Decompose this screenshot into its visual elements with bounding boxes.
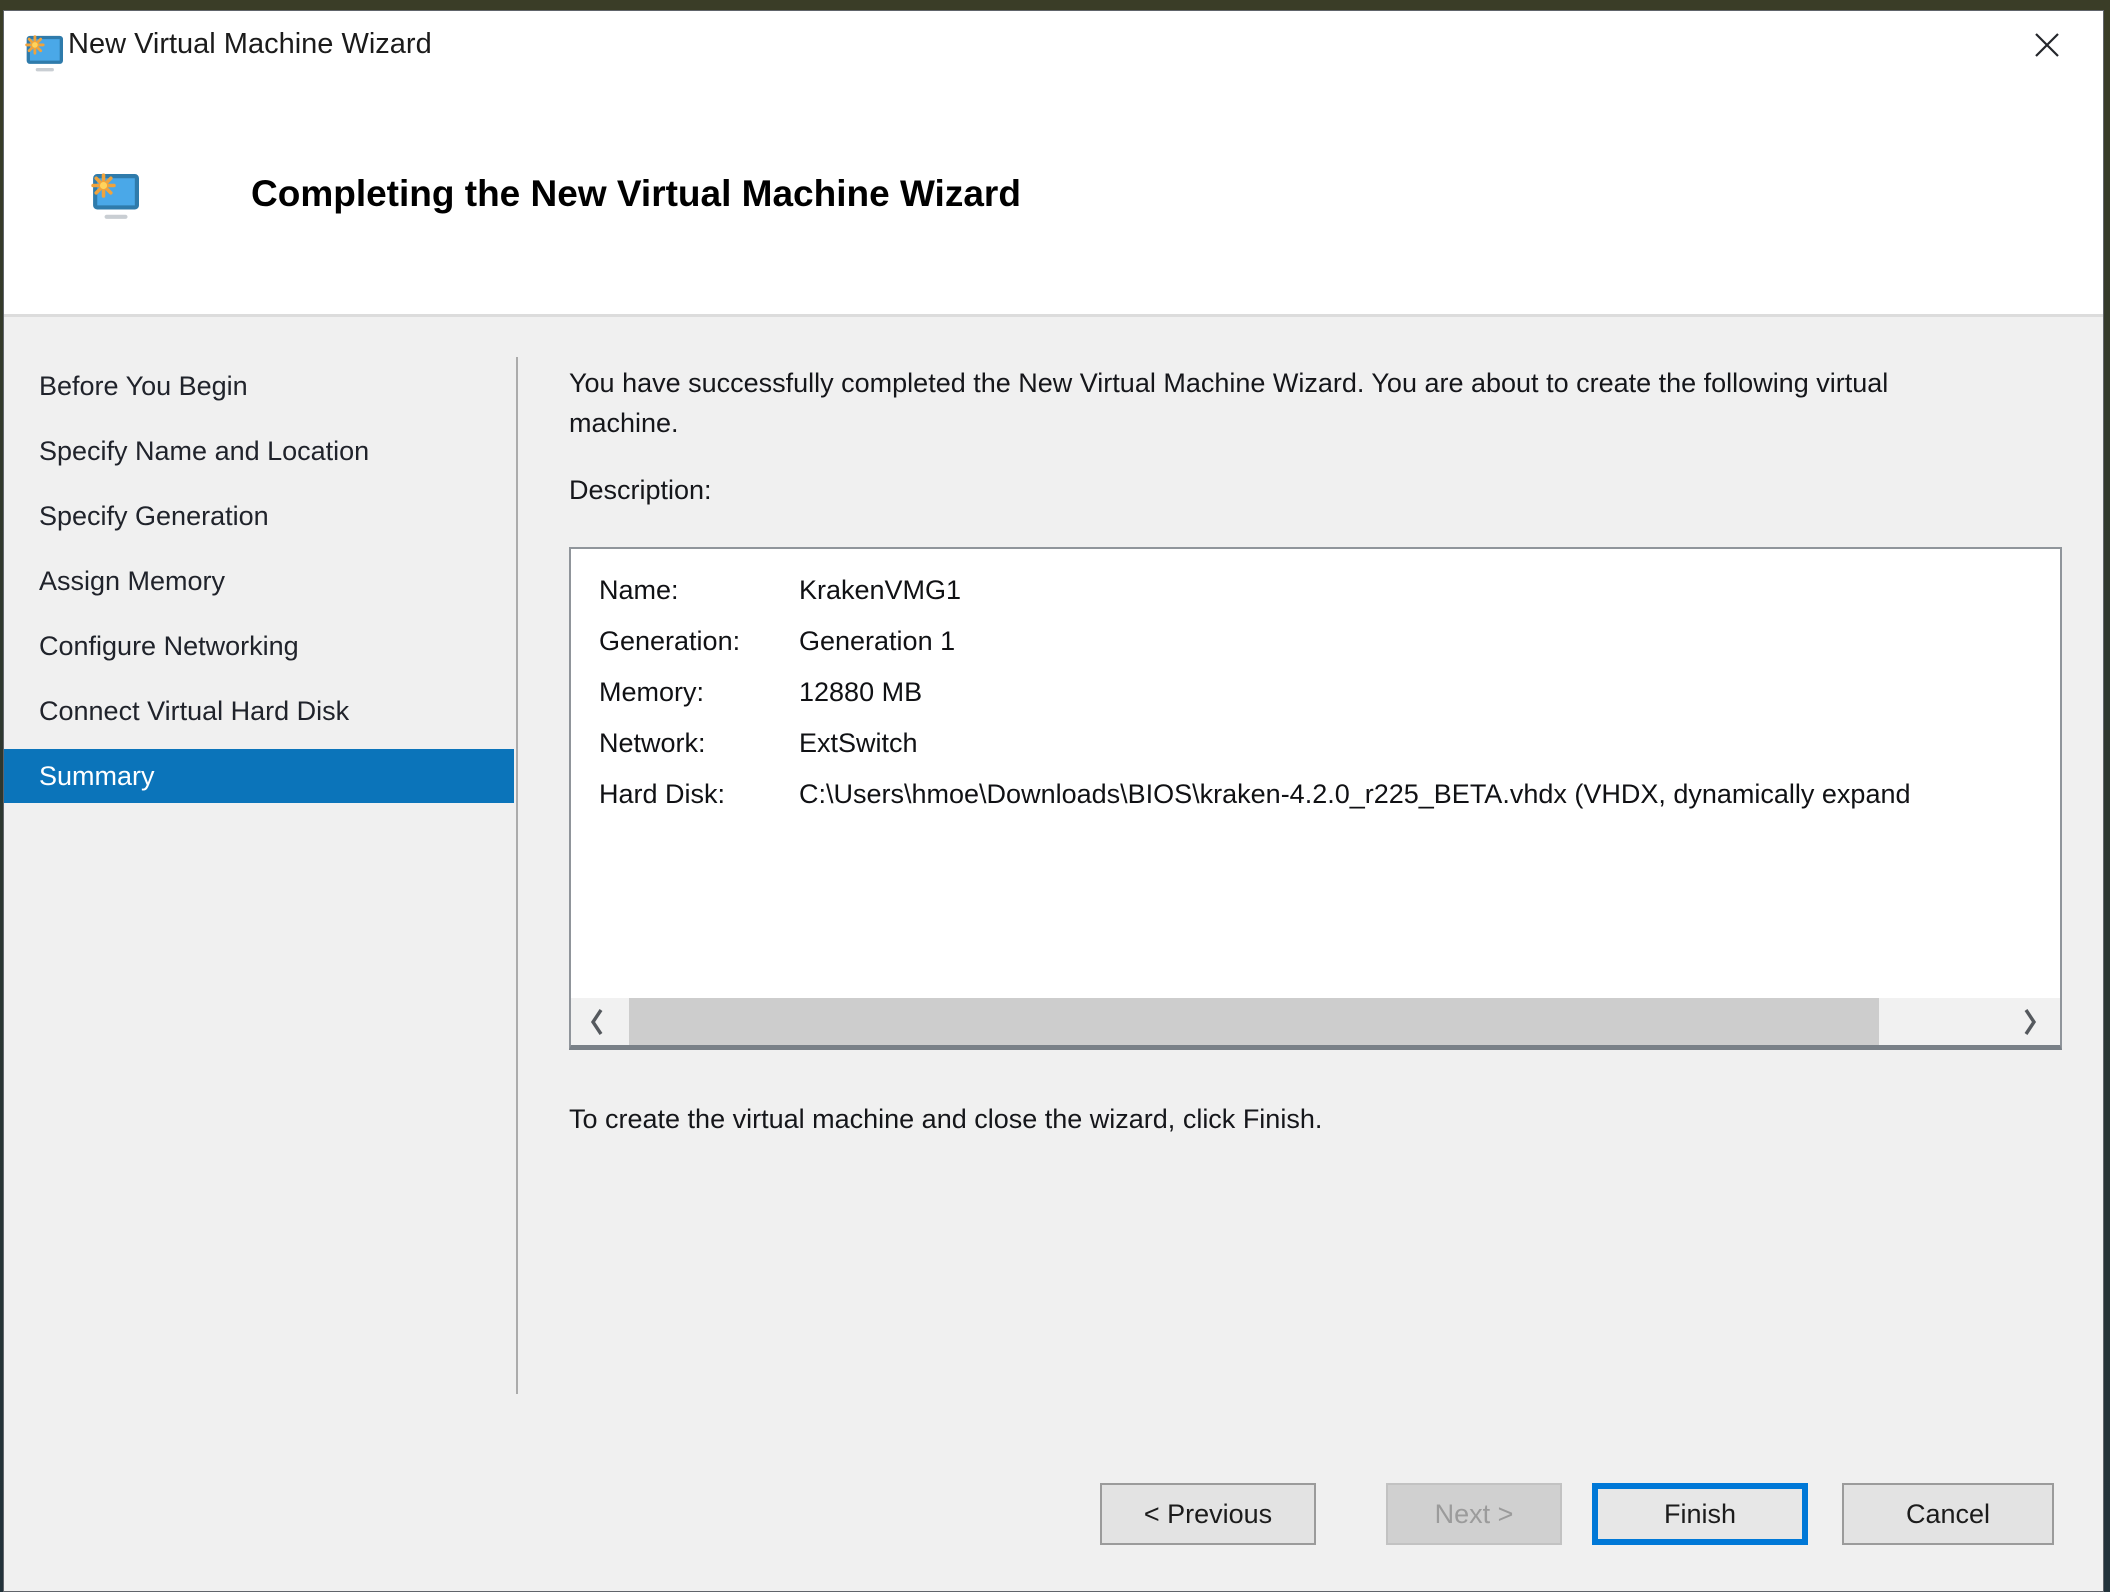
summary-panel: You have successfully completed the New … [569,317,2062,1591]
finish-button[interactable]: Finish [1592,1483,1808,1545]
row-label: Network: [599,728,706,758]
row-label: Name: [599,575,679,605]
summary-row-memory: Memory: 12880 MB [599,667,2060,718]
sidebar-item-specify-name-location[interactable]: Specify Name and Location [4,424,514,478]
vm-wizard-page-icon [88,173,142,221]
chevron-right-icon [2022,1008,2038,1036]
summary-row-hard-disk: Hard Disk: C:\Users\hmoe\Downloads\BIOS\k… [599,769,2060,820]
sidebar-item-summary[interactable]: Summary [4,749,514,803]
window-title: New Virtual Machine Wizard [68,28,432,60]
row-label: Memory: [599,677,705,707]
vm-wizard-icon [24,35,64,73]
scroll-right-button[interactable] [2010,998,2050,1045]
row-value: ExtSwitch [799,728,918,758]
row-label: Generation: [599,626,741,656]
sidebar-item-configure-networking[interactable]: Configure Networking [4,619,514,673]
description-box: Name: KrakenVMG1 Generation: Generation 1 … [569,547,2062,1050]
wizard-header: Completing the New Virtual Machine Wizar… [4,73,2103,314]
next-button[interactable]: Next > [1386,1483,1562,1545]
row-value: C:\Users\hmoe\Downloads\BIOS\kraken-4.2.… [799,779,1911,809]
row-value: 12880 MB [799,677,923,707]
summary-row-name: Name: KrakenVMG1 [599,565,2060,616]
sidebar-divider [516,357,518,1394]
wizard-button-row: < Previous Next > Finish Cancel [1100,1483,2054,1545]
page-title: Completing the New Virtual Machine Wizar… [251,173,1021,214]
sidebar-item-specify-generation[interactable]: Specify Generation [4,489,514,543]
row-value: KrakenVMG1 [799,575,962,605]
previous-button[interactable]: < Previous [1100,1483,1316,1545]
cancel-button[interactable]: Cancel [1842,1483,2054,1545]
chevron-left-icon [589,1008,605,1036]
summary-row-generation: Generation: Generation 1 [599,616,2060,667]
summary-row-network: Network: ExtSwitch [599,718,2060,769]
titlebar[interactable]: New Virtual Machine Wizard [4,11,2103,73]
description-label: Description: [569,475,712,505]
close-icon [2032,30,2062,60]
scroll-left-button[interactable] [577,998,617,1045]
intro-text: You have successfully completed the New … [569,368,1889,438]
wizard-window: New Virtual Machine Wizard Completing th… [3,10,2104,1592]
row-label: Hard Disk: [599,779,726,809]
wizard-body: Before You Begin Specify Name and Locati… [4,314,2103,1591]
close-button[interactable] [2025,25,2069,65]
scrollbar-thumb[interactable] [629,998,1879,1045]
finish-hint-text: To create the virtual machine and close … [569,1104,1323,1134]
wizard-steps-nav: Before You Begin Specify Name and Locati… [4,359,514,814]
sidebar-item-before-you-begin[interactable]: Before You Begin [4,359,514,413]
sidebar-item-connect-virtual-hard-disk[interactable]: Connect Virtual Hard Disk [4,684,514,738]
sidebar-item-assign-memory[interactable]: Assign Memory [4,554,514,608]
row-value: Generation 1 [799,626,956,656]
horizontal-scrollbar[interactable] [571,998,2060,1045]
vm-summary-list: Name: KrakenVMG1 Generation: Generation 1 … [571,549,2060,820]
